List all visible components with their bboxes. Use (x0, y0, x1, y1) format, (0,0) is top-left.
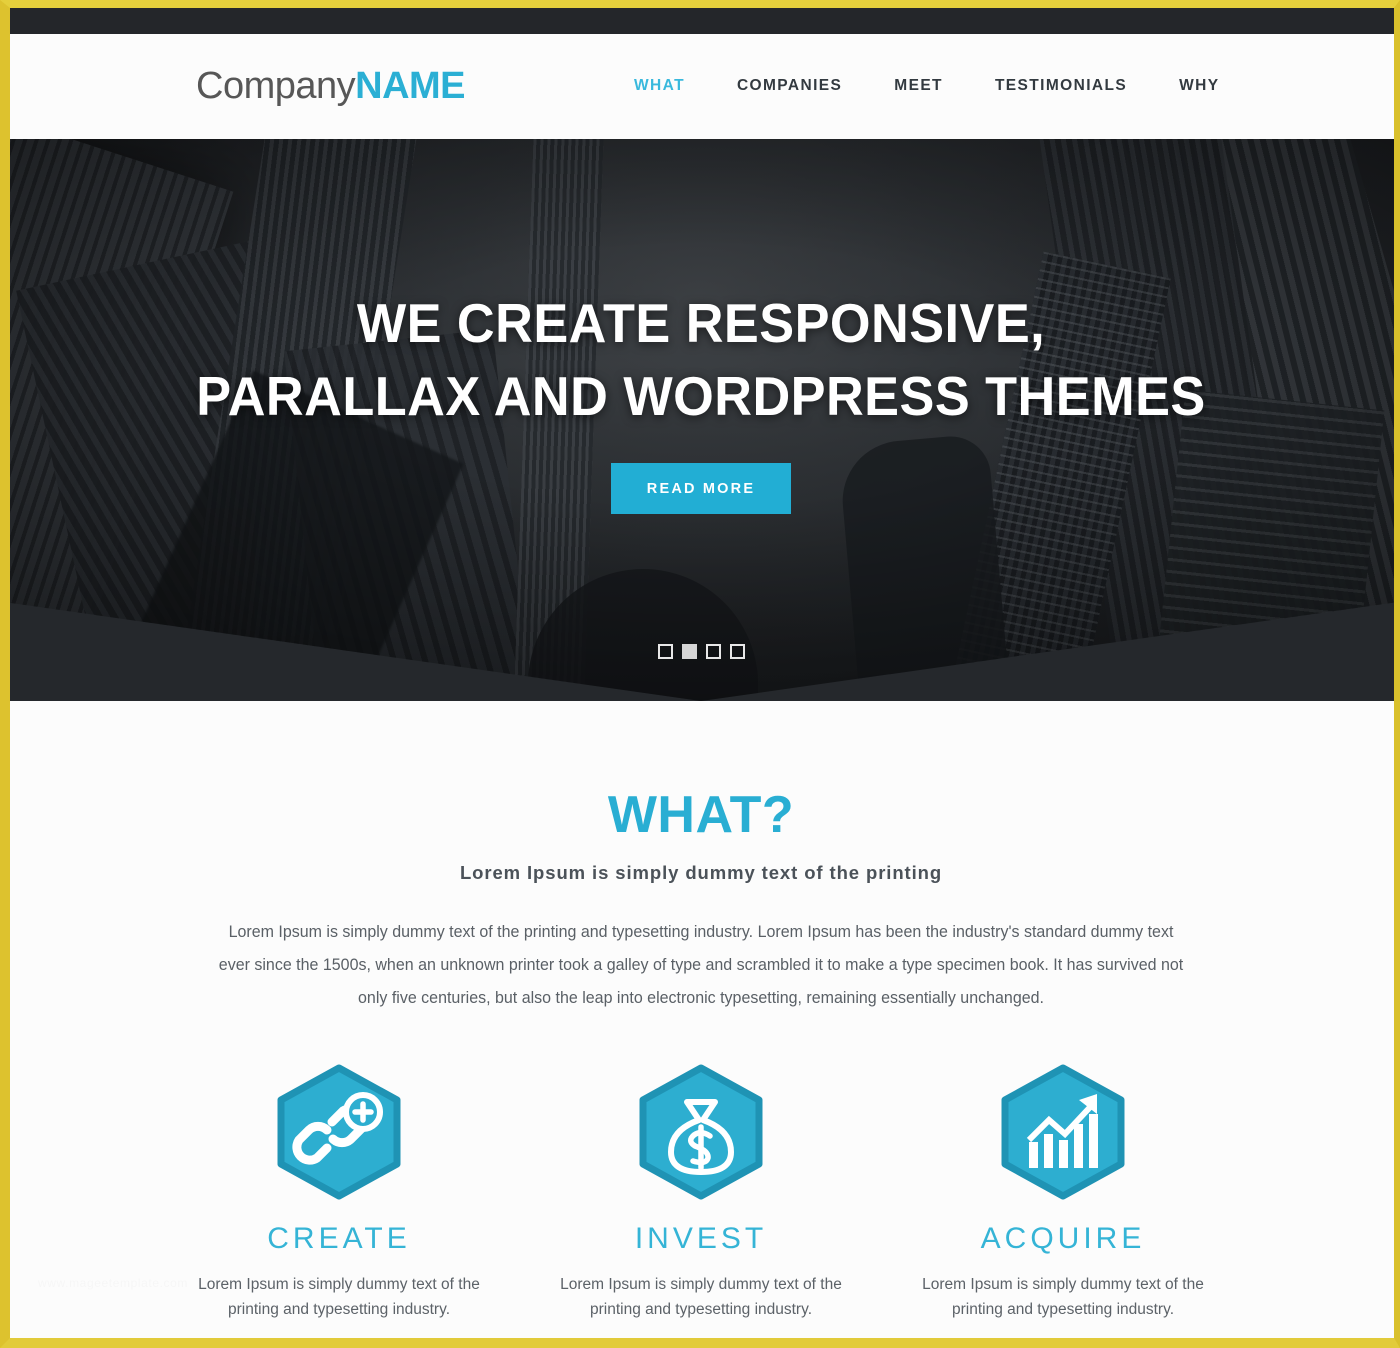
read-more-button[interactable]: READ MORE (610, 463, 792, 515)
logo-text-bold: NAME (355, 65, 466, 107)
hero-slider-indicators (8, 644, 1394, 659)
link-plus-icon[interactable] (269, 1062, 409, 1202)
feature-title-acquire: ACQUIRE (980, 1222, 1146, 1255)
feature-title-create: CREATE (267, 1222, 411, 1255)
watermark-text: www.mageetemplate.com (38, 1276, 188, 1291)
what-section: WHAT? Lorem Ipsum is simply dummy text o… (8, 701, 1394, 1323)
nav-item-why[interactable]: WHY (1153, 67, 1245, 105)
growth-chart-icon[interactable] (993, 1062, 1133, 1202)
feature-card-create: CREATE Lorem Ipsum is simply dummy text … (158, 1062, 520, 1322)
hero-headline-line-1: WE CREATE RESPONSIVE, (356, 292, 1046, 354)
money-bag-icon[interactable] (631, 1062, 771, 1202)
what-section-body: Lorem Ipsum is simply dummy text of the … (218, 923, 1184, 1007)
feature-columns: CREATE Lorem Ipsum is simply dummy text … (8, 1062, 1394, 1322)
slider-dot-4[interactable] (729, 644, 745, 659)
nav-item-companies[interactable]: COMPANIES (711, 67, 868, 105)
feature-desc-create: Lorem Ipsum is simply dummy text of the … (198, 1276, 480, 1319)
nav-item-what[interactable]: WHAT (608, 67, 711, 105)
hero-headline: WE CREATE RESPONSIVE, PARALLAX AND WORDP… (43, 287, 1360, 432)
top-dark-band (0, 0, 1400, 34)
slider-dot-3[interactable] (705, 644, 721, 659)
feature-title-invest: INVEST (634, 1222, 768, 1255)
what-section-heading: WHAT? (607, 786, 795, 844)
nav-item-testimonials[interactable]: TESTIMONIALS (969, 67, 1153, 105)
what-section-subheading: Lorem Ipsum is simply dummy text of the … (459, 862, 943, 883)
feature-desc-invest: Lorem Ipsum is simply dummy text of the … (560, 1276, 842, 1319)
site-logo[interactable]: CompanyNAME (196, 65, 466, 107)
nav-item-meet[interactable]: MEET (868, 67, 969, 105)
logo-text-light: Company (196, 65, 356, 107)
feature-desc-acquire: Lorem Ipsum is simply dummy text of the … (922, 1276, 1204, 1319)
site-header: CompanyNAME WHAT COMPANIES MEET TESTIMON… (8, 33, 1394, 139)
hero-content: WE CREATE RESPONSIVE, PARALLAX AND WORDP… (8, 287, 1394, 515)
hero-headline-line-2: PARALLAX AND WORDPRESS THEMES (196, 364, 1206, 427)
feature-card-acquire: ACQUIRE Lorem Ipsum is simply dummy text… (882, 1062, 1244, 1322)
website-canvas: CompanyNAME WHAT COMPANIES MEET TESTIMON… (8, 33, 1394, 1338)
main-navigation: WHAT COMPANIES MEET TESTIMONIALS WHY (608, 67, 1246, 105)
hero-banner: WE CREATE RESPONSIVE, PARALLAX AND WORDP… (8, 139, 1394, 701)
slider-dot-2[interactable] (681, 644, 697, 659)
slider-dot-1[interactable] (657, 644, 673, 659)
feature-card-invest: INVEST Lorem Ipsum is simply dummy text … (520, 1062, 882, 1322)
